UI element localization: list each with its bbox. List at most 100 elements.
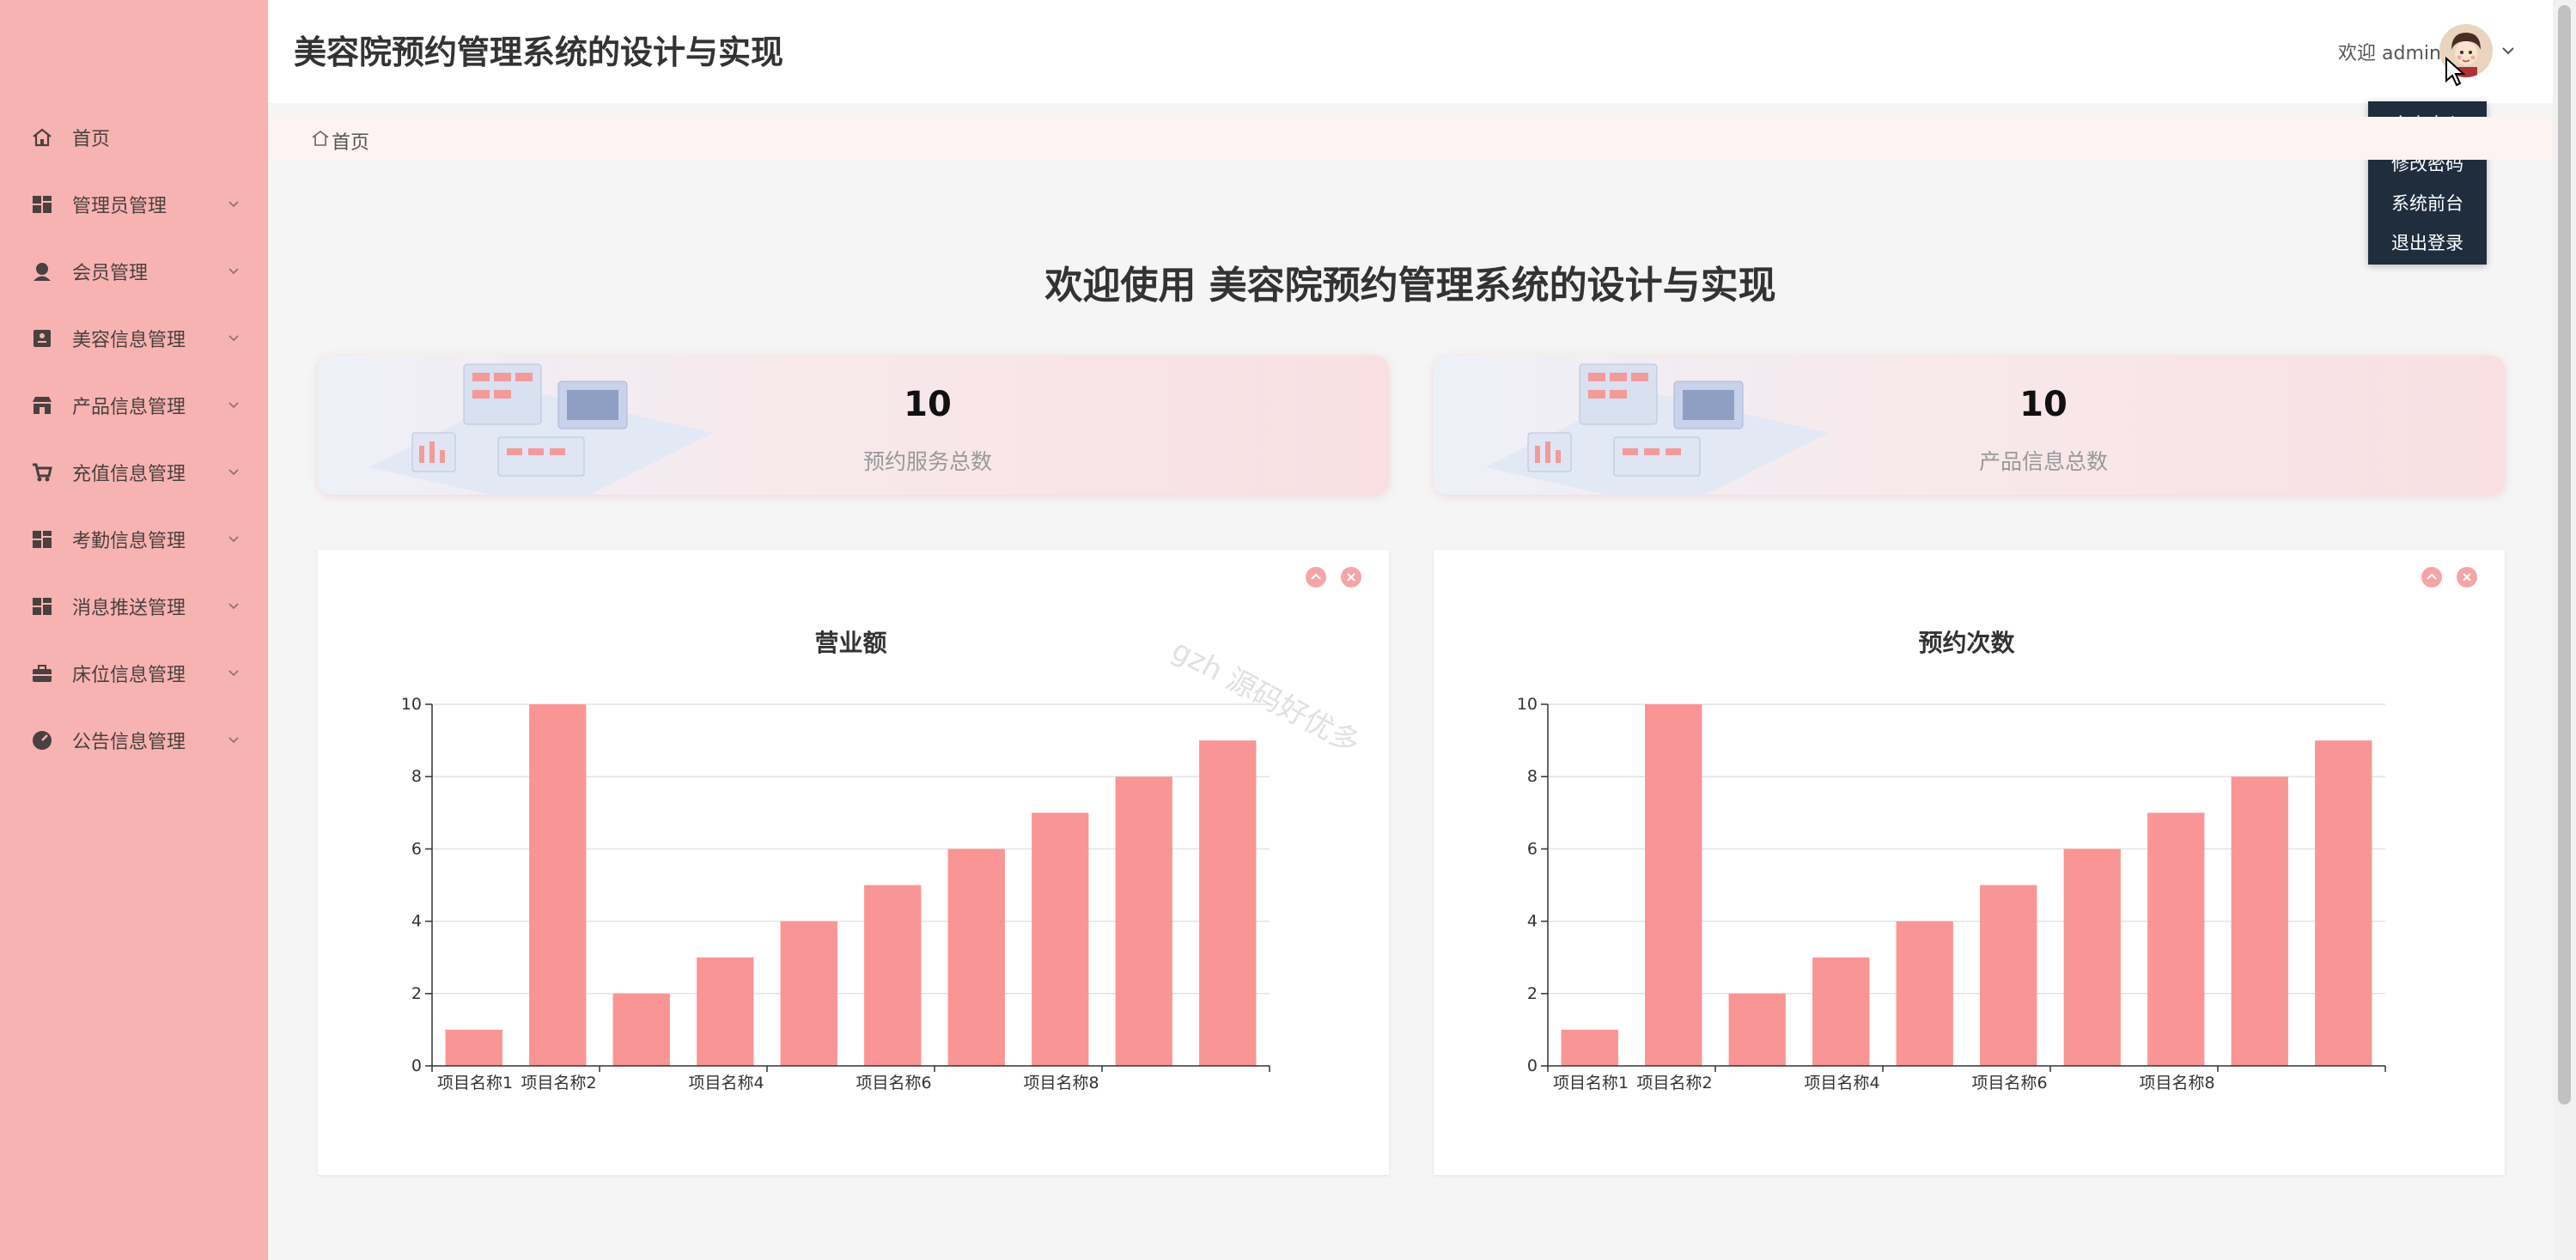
chart-title: 营业额 [814, 629, 886, 657]
bar-chart-appointments: 预约次数 0 2 4 6 8 10 项目名称1 项目名称2 项目名称4 项目名称6 项目名称8 [1517, 629, 2386, 1093]
chevron-down-icon [228, 268, 239, 275]
sidebar-item-label: 消息推送管理 [72, 598, 186, 619]
bar [1032, 813, 1089, 1066]
cart-icon [33, 463, 52, 482]
sidebar-item-label: 床位信息管理 [72, 665, 186, 686]
menu-item-frontend[interactable]: 系统前台 [2368, 184, 2487, 223]
top-header: 美容院预约管理系统的设计与实现 欢迎 admin [268, 0, 2553, 103]
bar [780, 921, 837, 1066]
chevron-down-icon [228, 536, 239, 543]
y-tick-label: 2 [411, 984, 422, 1003]
dashboard-icon [33, 531, 52, 548]
bar [1115, 776, 1172, 1066]
bar [2231, 776, 2288, 1066]
chevron-down-icon [228, 201, 239, 208]
bar [697, 957, 754, 1066]
bar [1896, 921, 1953, 1066]
bar [1561, 1029, 1618, 1066]
y-tick-label: 8 [411, 767, 422, 786]
x-tick-label: 项目名称8 [1024, 1074, 1099, 1093]
y-tick-label: 10 [1517, 695, 1538, 714]
bar [1199, 740, 1257, 1066]
dashboard-icon [33, 598, 52, 615]
x-tick-label: 项目名称8 [2140, 1074, 2215, 1093]
chevron-down-icon [228, 737, 239, 744]
chevron-down-icon [228, 335, 239, 342]
y-tick-label: 6 [1527, 839, 1538, 858]
sidebar-item-home[interactable]: 首页 [0, 110, 268, 165]
y-tick-label: 4 [411, 912, 422, 931]
x-tick-label: 项目名称2 [521, 1074, 597, 1093]
home-icon [312, 130, 329, 146]
cursor-icon [2445, 57, 2466, 87]
bar [2147, 813, 2205, 1066]
sidebar-item-label: 产品信息管理 [72, 397, 186, 418]
y-tick-label: 2 [1527, 984, 1538, 1003]
chevron-down-icon[interactable] [2500, 43, 2517, 58]
sidebar-item-product-info[interactable]: 产品信息管理 [0, 378, 268, 433]
bar [1812, 957, 1870, 1066]
sidebar-item-label: 管理员管理 [72, 196, 167, 217]
stat-card-products: 10 产品信息总数 [1434, 356, 2505, 495]
scrollbar[interactable] [2553, 0, 2576, 1260]
x-tick-label: 项目名称1 [437, 1074, 513, 1093]
stat-card-appointments: 10 预约服务总数 [318, 356, 1389, 495]
scrollbar-thumb[interactable] [2558, 5, 2571, 1105]
gauge-icon [33, 731, 52, 750]
sidebar: 首页 管理员管理 会员管理 美容信息管理 产品信息管理 充值信息管理 考勤信息管… [0, 0, 268, 1260]
sidebar-item-notice-info[interactable]: 公告信息管理 [0, 713, 268, 768]
bar [1728, 993, 1786, 1066]
sidebar-item-label: 考勤信息管理 [72, 531, 186, 552]
sidebar-item-recharge-info[interactable]: 充值信息管理 [0, 445, 268, 500]
sidebar-item-admin[interactable]: 管理员管理 [0, 177, 268, 232]
chevron-down-icon [228, 603, 239, 610]
stat-label: 预约服务总数 [862, 449, 992, 474]
y-tick-label: 6 [411, 839, 422, 858]
sidebar-item-beauty-info[interactable]: 美容信息管理 [0, 311, 268, 366]
y-tick-label: 8 [1527, 767, 1538, 786]
computer-illustration-icon [369, 363, 713, 495]
sidebar-item-message-push[interactable]: 消息推送管理 [0, 579, 268, 634]
sidebar-item-label: 公告信息管理 [72, 732, 186, 753]
chevron-down-icon [228, 670, 239, 677]
y-tick-label: 10 [401, 695, 422, 714]
stat-label: 产品信息总数 [1978, 449, 2108, 474]
breadcrumb-home-link[interactable]: 首页 [332, 127, 369, 155]
chart-panel-revenue: 营业额 0 2 4 6 8 10 项目名称1 项目名称2 项目名称4 项目名称6 项目名称8 [318, 550, 1389, 1175]
sidebar-item-label: 美容信息管理 [72, 330, 186, 351]
sidebar-item-members[interactable]: 会员管理 [0, 244, 268, 299]
bar [1980, 885, 2037, 1066]
y-tick-label: 4 [1527, 912, 1538, 931]
page-title: 欢迎使用 美容院预约管理系统的设计与实现 [1044, 264, 1776, 307]
bar-chart-revenue: 营业额 0 2 4 6 8 10 项目名称1 项目名称2 项目名称4 项目名称6 项目名称8 [401, 629, 1270, 1093]
bar [2315, 740, 2372, 1066]
bar [529, 704, 587, 1066]
bar [2063, 849, 2121, 1066]
id-card-icon [33, 330, 51, 347]
x-tick-label: 项目名称6 [1972, 1074, 2048, 1093]
sidebar-item-bed-info[interactable]: 床位信息管理 [0, 646, 268, 701]
chart-panel-appointments: 预约次数 0 2 4 6 8 10 项目名称1 项目名称2 项目名称4 项目名称6 项目名称8 [1434, 550, 2505, 1175]
x-tick-label: 项目名称4 [689, 1074, 764, 1093]
bar [1645, 704, 1702, 1066]
x-tick-label: 项目名称1 [1553, 1074, 1629, 1093]
chevron-down-icon [228, 402, 239, 409]
app-title: 美容院预约管理系统的设计与实现 [294, 33, 784, 71]
bar [612, 993, 670, 1066]
sidebar-item-label: 会员管理 [72, 263, 149, 284]
shop-icon [33, 397, 52, 414]
bar [445, 1029, 502, 1066]
welcome-text: 欢迎 admin [2338, 43, 2441, 64]
x-tick-label: 项目名称6 [856, 1074, 932, 1093]
y-tick-label: 0 [1527, 1056, 1538, 1075]
chart-title: 预约次数 [1918, 629, 2015, 657]
sidebar-item-attendance-info[interactable]: 考勤信息管理 [0, 512, 268, 567]
stat-value: 10 [2019, 385, 2067, 424]
bar [864, 885, 922, 1066]
x-tick-label: 项目名称2 [1637, 1074, 1713, 1093]
breadcrumb: 首页 [268, 117, 2553, 160]
stat-value: 10 [904, 385, 952, 424]
user-icon [33, 263, 51, 281]
sidebar-item-label: 首页 [72, 129, 111, 150]
home-icon [33, 128, 52, 147]
